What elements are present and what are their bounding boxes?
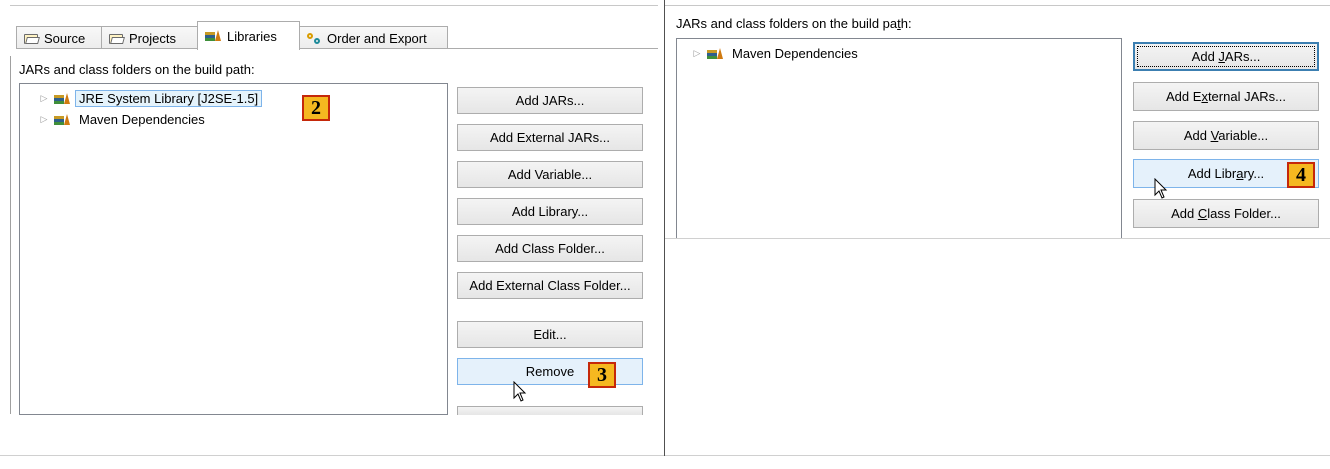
tab-underline [16, 48, 658, 49]
section-label: JARs and class folders on the build path… [676, 16, 912, 31]
step-badge-4: 4 [1287, 162, 1315, 188]
btn-text-end: ariable... [1218, 128, 1269, 143]
top-divider [665, 5, 1330, 6]
btn-mnemonic: C [1197, 206, 1208, 221]
step-badge-2: 2 [302, 95, 330, 121]
libraries-tree[interactable]: ▷ JRE System Library [J2SE-1.5] ▷ Maven … [19, 83, 448, 415]
tab-libraries[interactable]: Libraries [197, 21, 300, 50]
section-label-text-end: h: [900, 16, 912, 31]
tree-item-label: Maven Dependencies [79, 112, 205, 127]
tree-item-label: JRE System Library [J2SE-1.5] [75, 90, 263, 107]
partial-button[interactable] [457, 406, 643, 415]
tab-source[interactable]: Source [16, 26, 102, 49]
left-build-path-panel: Source Projects Libraries Order and Expo… [0, 0, 664, 469]
bottom-divider [0, 455, 664, 456]
projects-folder-icon [108, 32, 125, 45]
tree-item-maven-dependencies[interactable]: ▷ Maven Dependencies [692, 44, 862, 63]
btn-text: Add Libr [1187, 166, 1237, 181]
add-library-button[interactable]: Add Library... [457, 198, 643, 225]
btn-text-end: lass Folder... [1207, 206, 1281, 221]
right-build-path-panel: JARs and class folders on the build path… [665, 0, 1330, 469]
library-icon [53, 92, 71, 106]
btn-text-end: ternal JARs... [1207, 89, 1286, 104]
libraries-icon [204, 29, 222, 43]
btn-text: Add [1171, 206, 1198, 221]
add-external-class-folder-button[interactable]: Add External Class Folder... [457, 272, 643, 299]
mouse-cursor-icon [513, 381, 527, 402]
btn-text-end: ry... [1243, 166, 1265, 181]
expand-arrow-icon[interactable]: ▷ [39, 93, 49, 104]
library-icon [706, 47, 724, 61]
bottom-divider [665, 455, 1330, 456]
btn-text: Add E [1166, 89, 1202, 104]
add-jars-button[interactable]: Add JARs... [1133, 42, 1319, 71]
tab-order-and-export[interactable]: Order and Export [299, 26, 448, 49]
add-jars-button[interactable]: Add JARs... [457, 87, 643, 114]
btn-text: Add [1191, 49, 1219, 64]
source-folder-icon [23, 32, 40, 45]
add-variable-button[interactable]: Add Variable... [457, 161, 643, 188]
build-path-screenshot: Source Projects Libraries Order and Expo… [0, 0, 1330, 469]
tab-libraries-label: Libraries [227, 28, 277, 44]
tab-order-label: Order and Export [327, 30, 427, 46]
btn-text-end: ARs... [1224, 49, 1261, 64]
section-label: JARs and class folders on the build path… [19, 62, 255, 77]
section-label-text: JARs and class folders on the build pa [676, 16, 898, 31]
tab-frame-left-edge [10, 56, 11, 414]
tab-source-label: Source [44, 30, 86, 46]
add-variable-button[interactable]: Add Variable... [1133, 121, 1319, 150]
step-badge-3: 3 [588, 362, 616, 388]
add-class-folder-button[interactable]: Add Class Folder... [1133, 199, 1319, 228]
order-export-icon [306, 32, 322, 45]
add-external-jars-button[interactable]: Add External JARs... [1133, 82, 1319, 111]
add-class-folder-button[interactable]: Add Class Folder... [457, 235, 643, 262]
libraries-tree[interactable]: ▷ Maven Dependencies [676, 38, 1122, 239]
library-icon [53, 113, 71, 127]
tab-projects[interactable]: Projects [101, 26, 198, 49]
edit-button[interactable]: Edit... [457, 321, 643, 348]
expand-arrow-icon[interactable]: ▷ [692, 48, 702, 59]
top-divider [10, 5, 658, 6]
btn-text: Add [1183, 128, 1211, 143]
tree-item-jre-system-library[interactable]: ▷ JRE System Library [J2SE-1.5] [39, 89, 263, 108]
mouse-cursor-icon [1154, 178, 1168, 199]
add-external-jars-button[interactable]: Add External JARs... [457, 124, 643, 151]
tree-item-maven-dependencies[interactable]: ▷ Maven Dependencies [39, 110, 209, 129]
content-bottom-divider [665, 238, 1330, 239]
expand-arrow-icon[interactable]: ▷ [39, 114, 49, 125]
tab-projects-label: Projects [129, 30, 176, 46]
tree-item-label: Maven Dependencies [732, 46, 858, 61]
